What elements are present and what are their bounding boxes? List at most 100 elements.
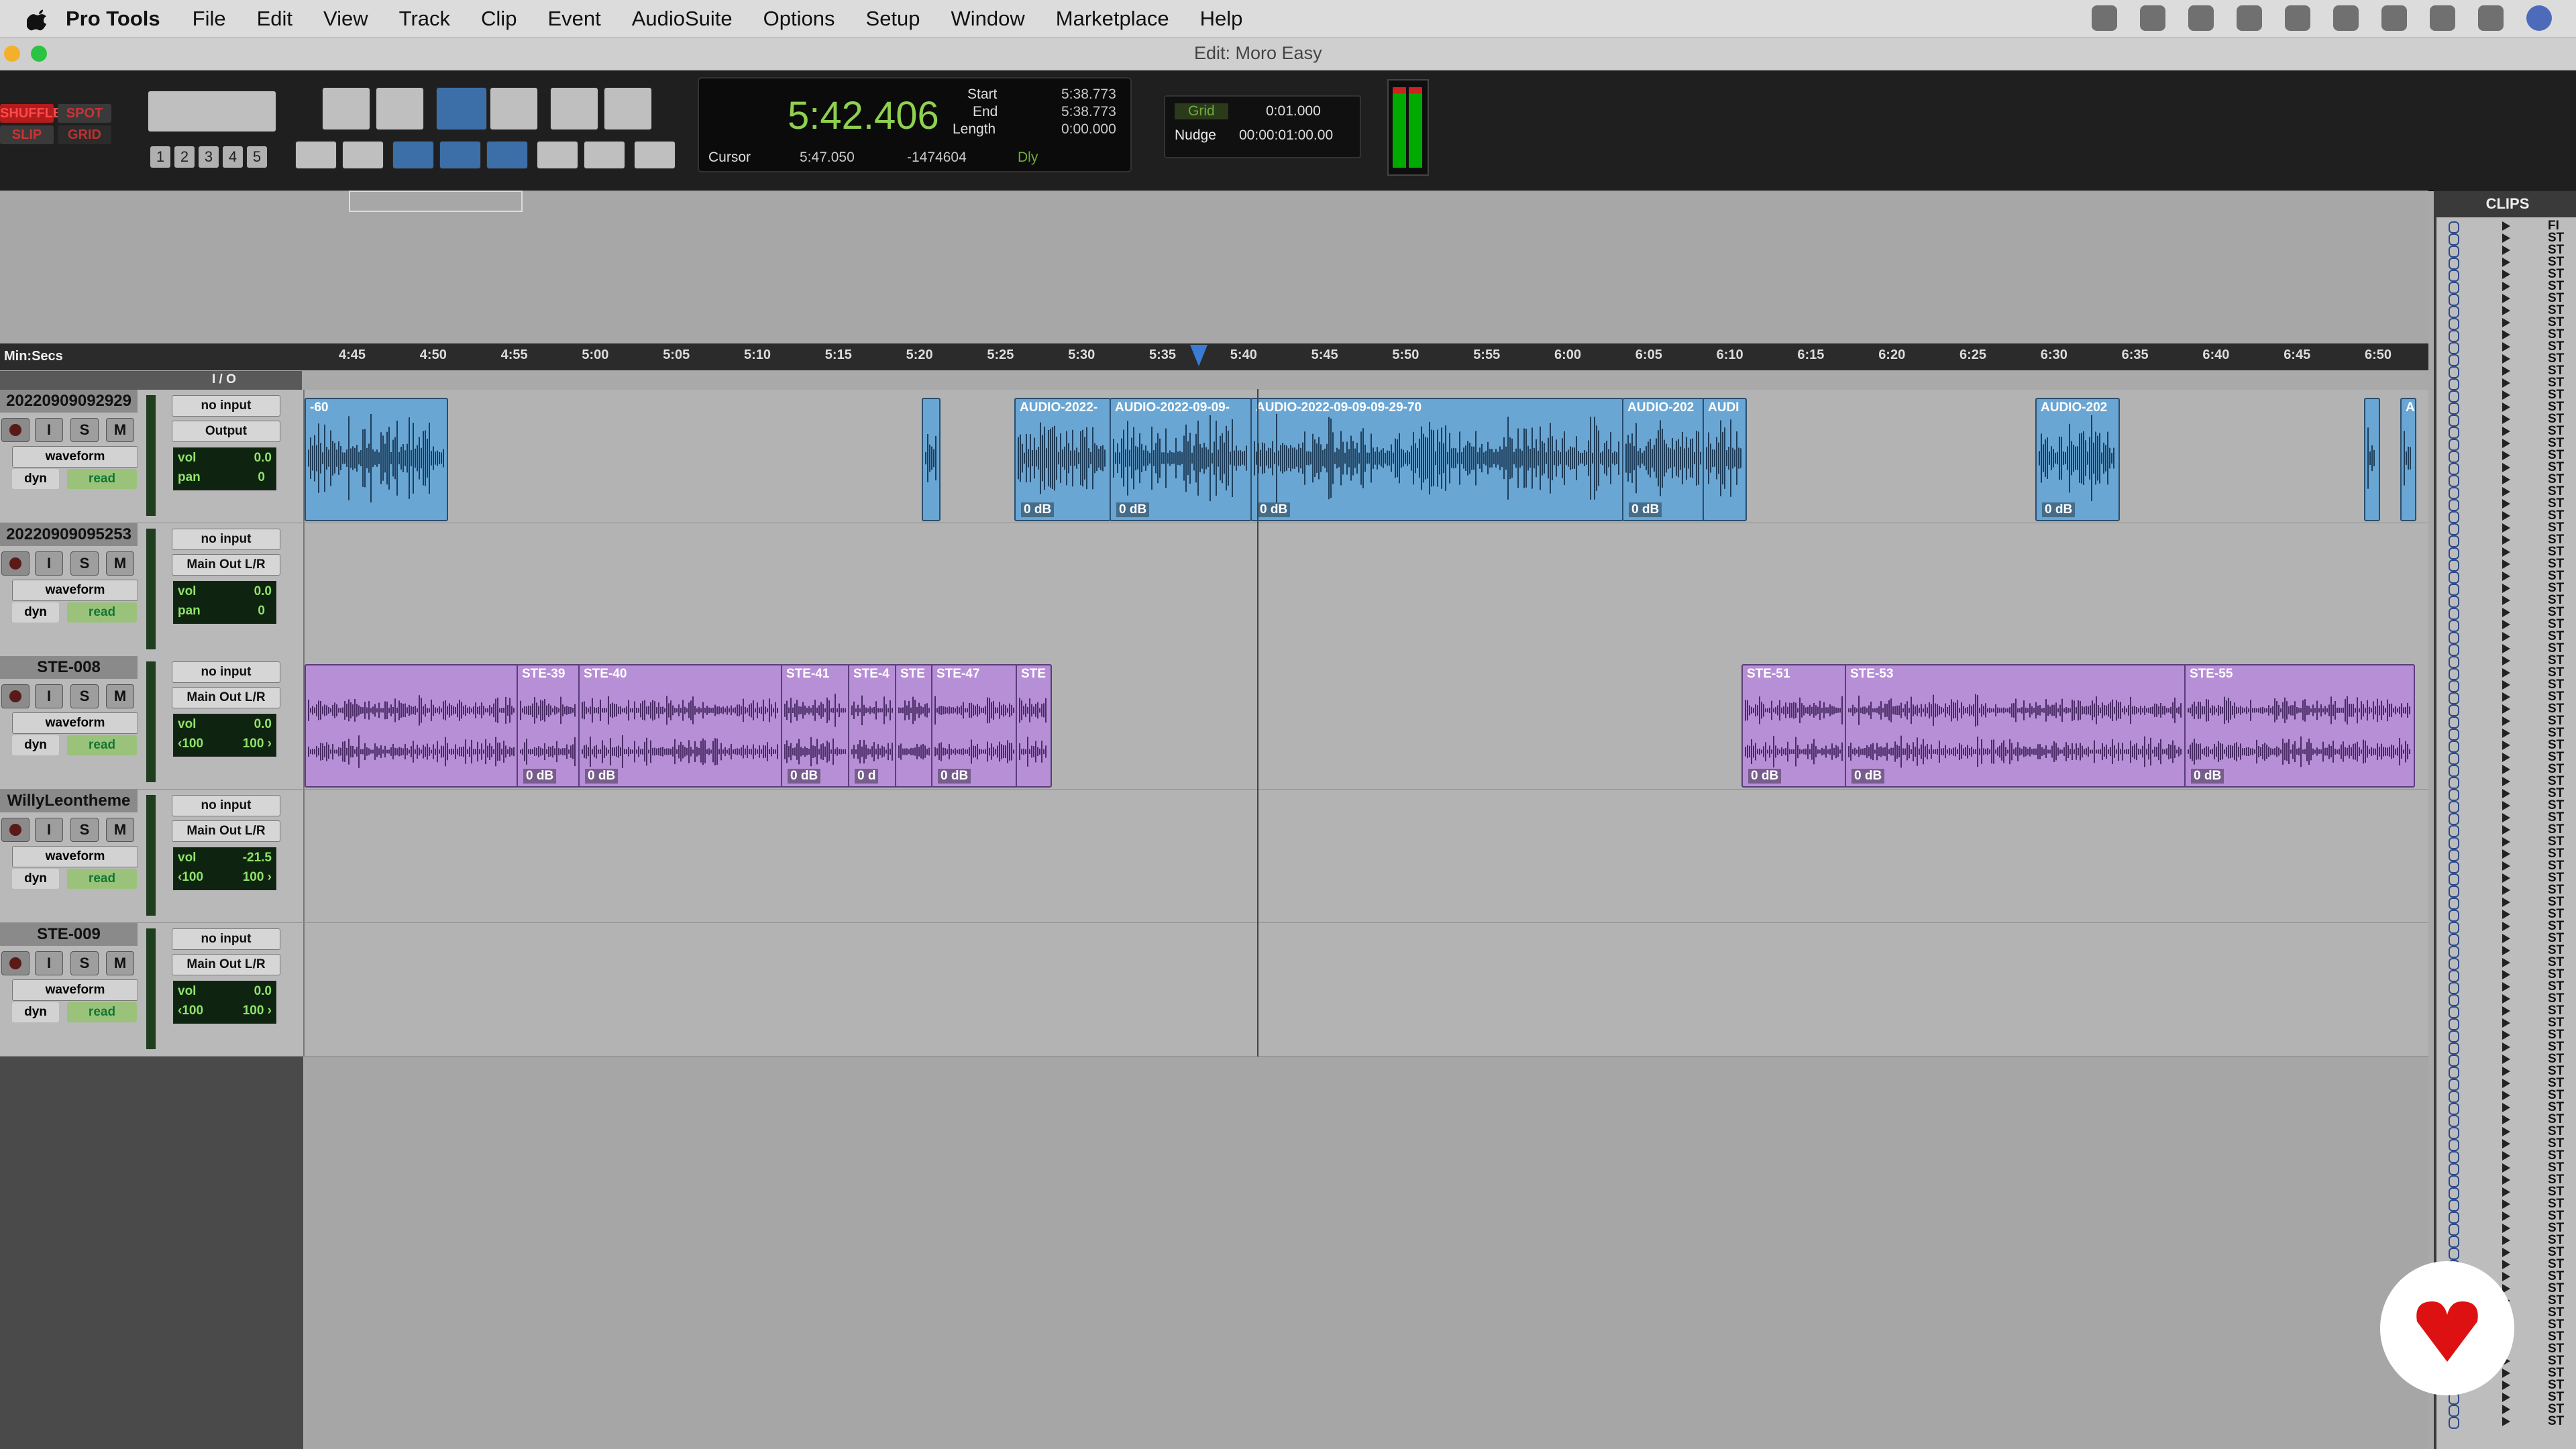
disclosure-triangle-icon[interactable] [2502,910,2510,919]
universe-overview[interactable] [0,191,2428,345]
grid-value[interactable]: 0:01.000 [1266,103,1321,119]
disclosure-triangle-icon[interactable] [2502,559,2510,569]
pan-value[interactable]: 0 [258,604,265,619]
disclosure-triangle-icon[interactable] [2502,535,2510,545]
zoom-preset-2[interactable]: 2 [174,146,195,168]
record-arm-button[interactable] [1,418,30,442]
disclosure-triangle-icon[interactable] [2502,813,2510,822]
solo-button[interactable]: S [70,818,99,842]
window-list-button[interactable] [634,141,676,169]
disclosure-triangle-icon[interactable] [2502,523,2510,533]
menu-app-name[interactable]: Pro Tools [66,7,160,31]
track-edit-lane[interactable]: -60 AUDIO-2022- 0 dB AUDIO-2022-09-09- 0 dB A… [305,390,2428,523]
edit-window-toggle-button[interactable] [537,141,578,169]
audio-clip[interactable] [922,398,941,521]
zoom-controls[interactable] [148,91,276,132]
audio-clip[interactable] [2364,398,2380,521]
disclosure-triangle-icon[interactable] [2502,885,2510,895]
record-arm-button[interactable] [1,551,30,576]
record-arm-button[interactable] [1,818,30,842]
disclosure-triangle-icon[interactable] [2502,463,2510,472]
audio-clip[interactable] [305,664,519,788]
apple-icon[interactable] [27,7,51,31]
track-edit-lane[interactable] [305,790,2428,922]
solo-button[interactable]: S [70,418,99,442]
disclosure-triangle-icon[interactable] [2502,1224,2510,1233]
disclosure-triangle-icon[interactable] [2502,1405,2510,1414]
disclosure-triangle-icon[interactable] [2502,342,2510,352]
disclosure-triangle-icon[interactable] [2502,1042,2510,1052]
disclosure-triangle-icon[interactable] [2502,1187,2510,1197]
audio-clip[interactable]: AUDIO-2022-09-09- 0 dB [1110,398,1252,521]
mute-button[interactable]: M [106,418,134,442]
clip-gain[interactable]: 0 dB [1748,769,1782,784]
disclosure-triangle-icon[interactable] [2502,451,2510,460]
disclosure-triangle-icon[interactable] [2502,1103,2510,1112]
link-timeline-button[interactable] [295,141,337,169]
disclosure-triangle-icon[interactable] [2502,1139,2510,1148]
clips-header[interactable]: CLIPS [2436,191,2576,217]
disclosure-triangle-icon[interactable] [2502,656,2510,665]
clip-gain[interactable]: 0 dB [2191,769,2224,784]
globe-icon[interactable] [2092,5,2117,31]
track-view-selector[interactable]: waveform [12,580,138,601]
playhead-marker-icon[interactable] [1190,345,1208,366]
track-name[interactable]: STE-009 [0,923,138,946]
clock-icon[interactable] [2430,5,2455,31]
disclosure-triangle-icon[interactable] [2502,487,2510,496]
insertion-follows-playback-button[interactable] [486,141,528,169]
audio-clip[interactable]: STE-41 0 dB [781,664,851,788]
zoom-preset-1[interactable]: 1 [150,146,170,168]
output-selector[interactable]: Main Out L/R [172,554,280,576]
clip-gain[interactable]: 0 dB [585,769,619,784]
time-machine-icon[interactable] [2188,5,2214,31]
disclosure-triangle-icon[interactable] [2502,692,2510,702]
disclosure-triangle-icon[interactable] [2502,982,2510,991]
clip-gain[interactable]: 0 dB [788,769,821,784]
clip-gain[interactable]: 0 dB [2042,502,2076,517]
menu-audiosuite[interactable]: AudioSuite [632,7,733,31]
volume-icon[interactable] [2333,5,2359,31]
pencil-tool-button[interactable] [604,87,652,130]
disclosure-triangle-icon[interactable] [2502,741,2510,750]
start-value[interactable]: 5:38.773 [1061,87,1116,103]
dyn-button[interactable]: dyn [12,602,59,623]
mute-button[interactable]: M [106,551,134,576]
disclosure-triangle-icon[interactable] [2502,282,2510,291]
disclosure-triangle-icon[interactable] [2502,644,2510,653]
track-view-selector[interactable]: waveform [12,446,138,468]
track-edit-lane[interactable] [305,523,2428,656]
track-name[interactable]: WillyLeontheme [0,790,138,812]
disclosure-triangle-icon[interactable] [2502,1175,2510,1185]
length-value[interactable]: 0:00.000 [1061,121,1116,138]
track-name[interactable]: 20220909092929 [0,390,138,413]
input-monitor-button[interactable]: I [35,684,63,708]
vol-value[interactable]: 0.0 [254,451,272,466]
disclosure-triangle-icon[interactable] [2502,366,2510,376]
menu-file[interactable]: File [193,7,226,31]
disclosure-triangle-icon[interactable] [2502,415,2510,424]
disclosure-triangle-icon[interactable] [2502,354,2510,364]
disclosure-triangle-icon[interactable] [2502,221,2510,231]
pan-value[interactable]: 0 [258,470,265,485]
disclosure-triangle-icon[interactable] [2502,777,2510,786]
disclosure-triangle-icon[interactable] [2502,427,2510,436]
audio-clip[interactable]: STE-4 0 d [848,664,898,788]
disclosure-triangle-icon[interactable] [2502,825,2510,835]
input-monitor-button[interactable]: I [35,818,63,842]
pan-left-value[interactable]: ‹100 [178,1004,203,1018]
disclosure-triangle-icon[interactable] [2502,1091,2510,1100]
audio-clip[interactable]: STE-39 0 dB [517,664,581,788]
disclosure-triangle-icon[interactable] [2502,306,2510,315]
menu-help[interactable]: Help [1200,7,1243,31]
disclosure-triangle-icon[interactable] [2502,378,2510,388]
input-monitor-button[interactable]: I [35,418,63,442]
disclosure-triangle-icon[interactable] [2502,402,2510,412]
siri-icon[interactable] [2526,5,2552,31]
disclosure-triangle-icon[interactable] [2502,390,2510,400]
solo-button[interactable]: S [70,551,99,576]
disclosure-triangle-icon[interactable] [2502,994,2510,1004]
menu-setup[interactable]: Setup [866,7,920,31]
solo-button[interactable]: S [70,684,99,708]
audio-clip[interactable]: AUDIO-2022-09-09-09-29-70 0 dB [1250,398,1623,521]
